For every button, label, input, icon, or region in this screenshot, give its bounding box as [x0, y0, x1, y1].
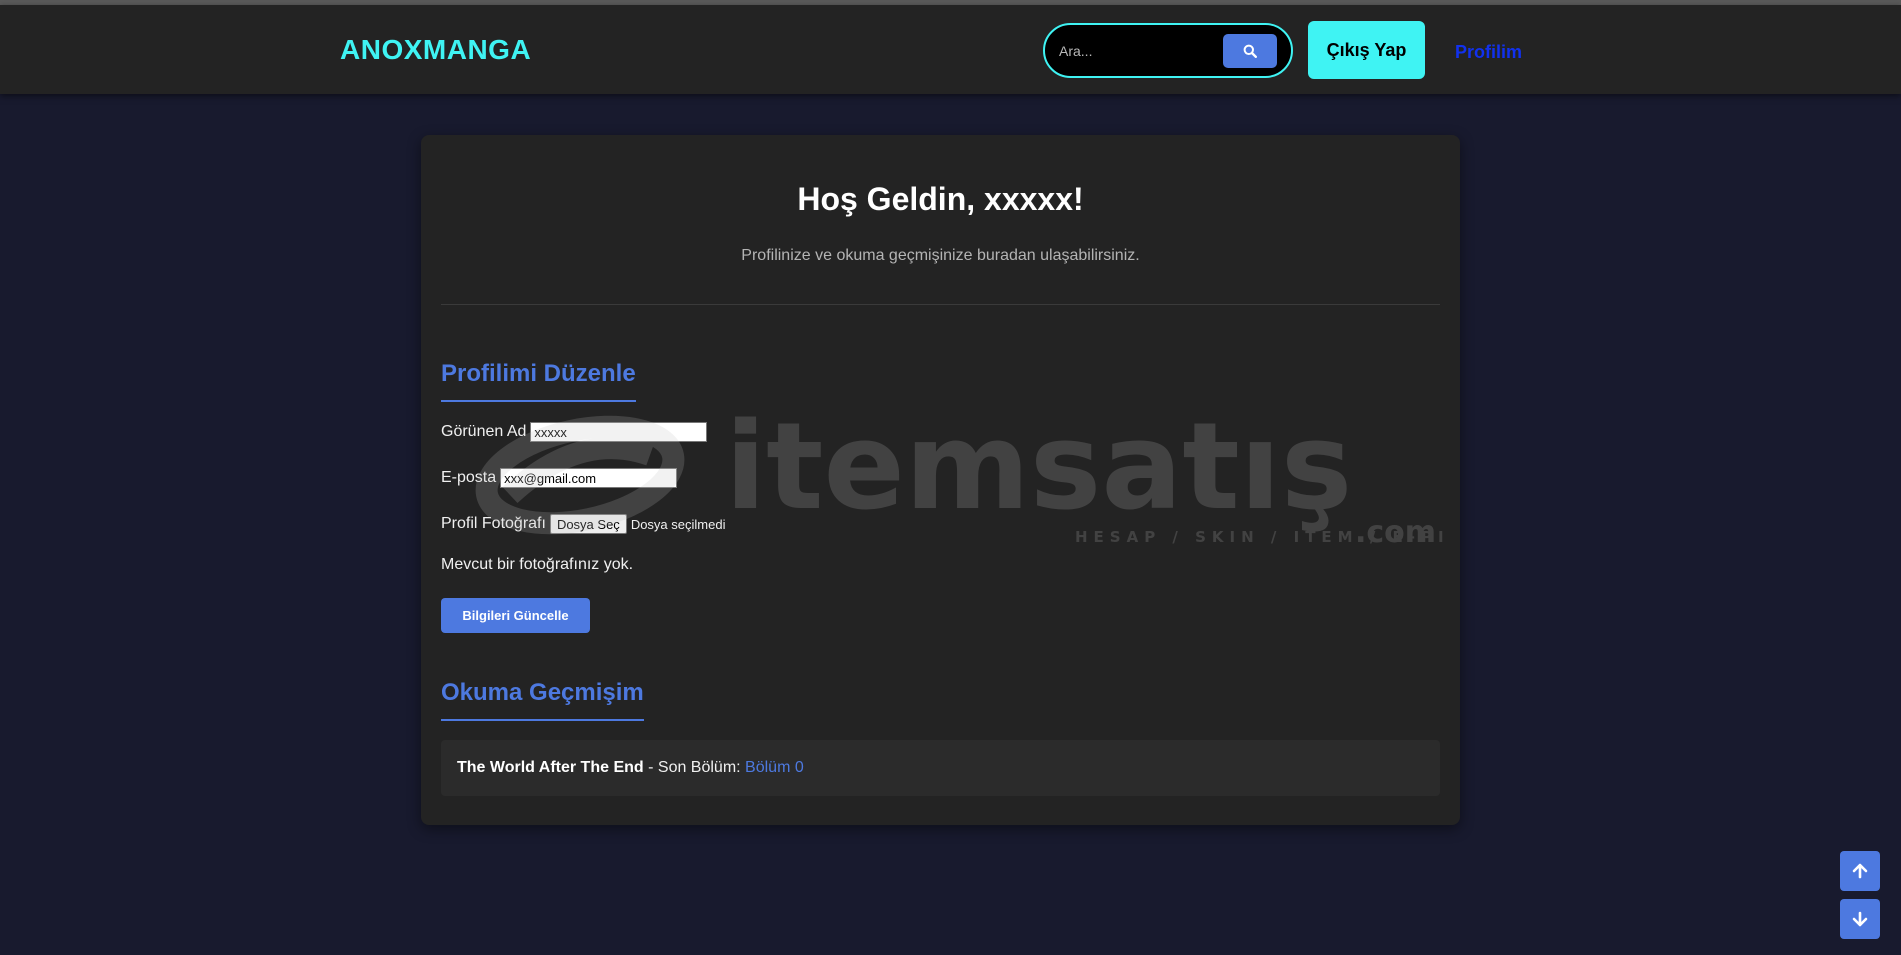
- edit-profile-title: Profilimi Düzenle: [441, 360, 636, 402]
- section-divider: [441, 304, 1440, 305]
- arrow-down-icon: [1852, 911, 1868, 927]
- email-row: E-posta: [441, 468, 678, 488]
- history-manga-title[interactable]: The World After The End: [457, 759, 644, 777]
- no-photo-text: Mevcut bir fotoğrafınız yok.: [441, 556, 634, 573]
- display-name-field[interactable]: [530, 422, 708, 442]
- profile-link[interactable]: Profilim: [1455, 42, 1522, 63]
- photo-label: Profil Fotoğrafı: [441, 515, 546, 532]
- display-name-row: Görünen Ad: [441, 422, 708, 442]
- search-input[interactable]: [1059, 39, 1209, 63]
- profile-card: Hoş Geldin, xxxxx! Profilinize ve okuma …: [421, 135, 1460, 825]
- search-box: [1043, 23, 1293, 78]
- welcome-title: Hoş Geldin, xxxxx!: [797, 181, 1084, 217]
- update-info-button[interactable]: Bilgileri Güncelle: [441, 598, 590, 633]
- navbar: ANOXMANGA Çıkış Yap Profilim: [0, 5, 1901, 94]
- welcome-subtitle: Profilinize ve okuma geçmişinize buradan…: [741, 247, 1140, 264]
- no-file-text: Dosya seçilmedi: [630, 516, 726, 532]
- photo-row: Profil Fotoğrafı Dosya Seç Dosya seçilme…: [441, 514, 725, 534]
- scroll-down-button[interactable]: [1840, 899, 1880, 939]
- search-button[interactable]: [1223, 34, 1277, 68]
- search-icon: [1243, 44, 1257, 58]
- choose-file-button[interactable]: Dosya Seç: [549, 514, 627, 534]
- email-label: E-posta: [441, 469, 497, 486]
- history-separator: - Son Bölüm:: [643, 759, 746, 776]
- history-item: The World After The End - Son Bölüm: Böl…: [441, 740, 1440, 796]
- arrow-up-icon: [1852, 863, 1868, 879]
- site-logo[interactable]: ANOXMANGA: [340, 34, 531, 66]
- history-chapter-link[interactable]: Bölüm 0: [745, 759, 804, 777]
- display-name-label: Görünen Ad: [441, 423, 527, 440]
- scroll-up-button[interactable]: [1840, 851, 1880, 891]
- email-field[interactable]: [500, 468, 678, 488]
- logout-button[interactable]: Çıkış Yap: [1308, 21, 1425, 79]
- reading-history-title: Okuma Geçmişim: [441, 679, 644, 721]
